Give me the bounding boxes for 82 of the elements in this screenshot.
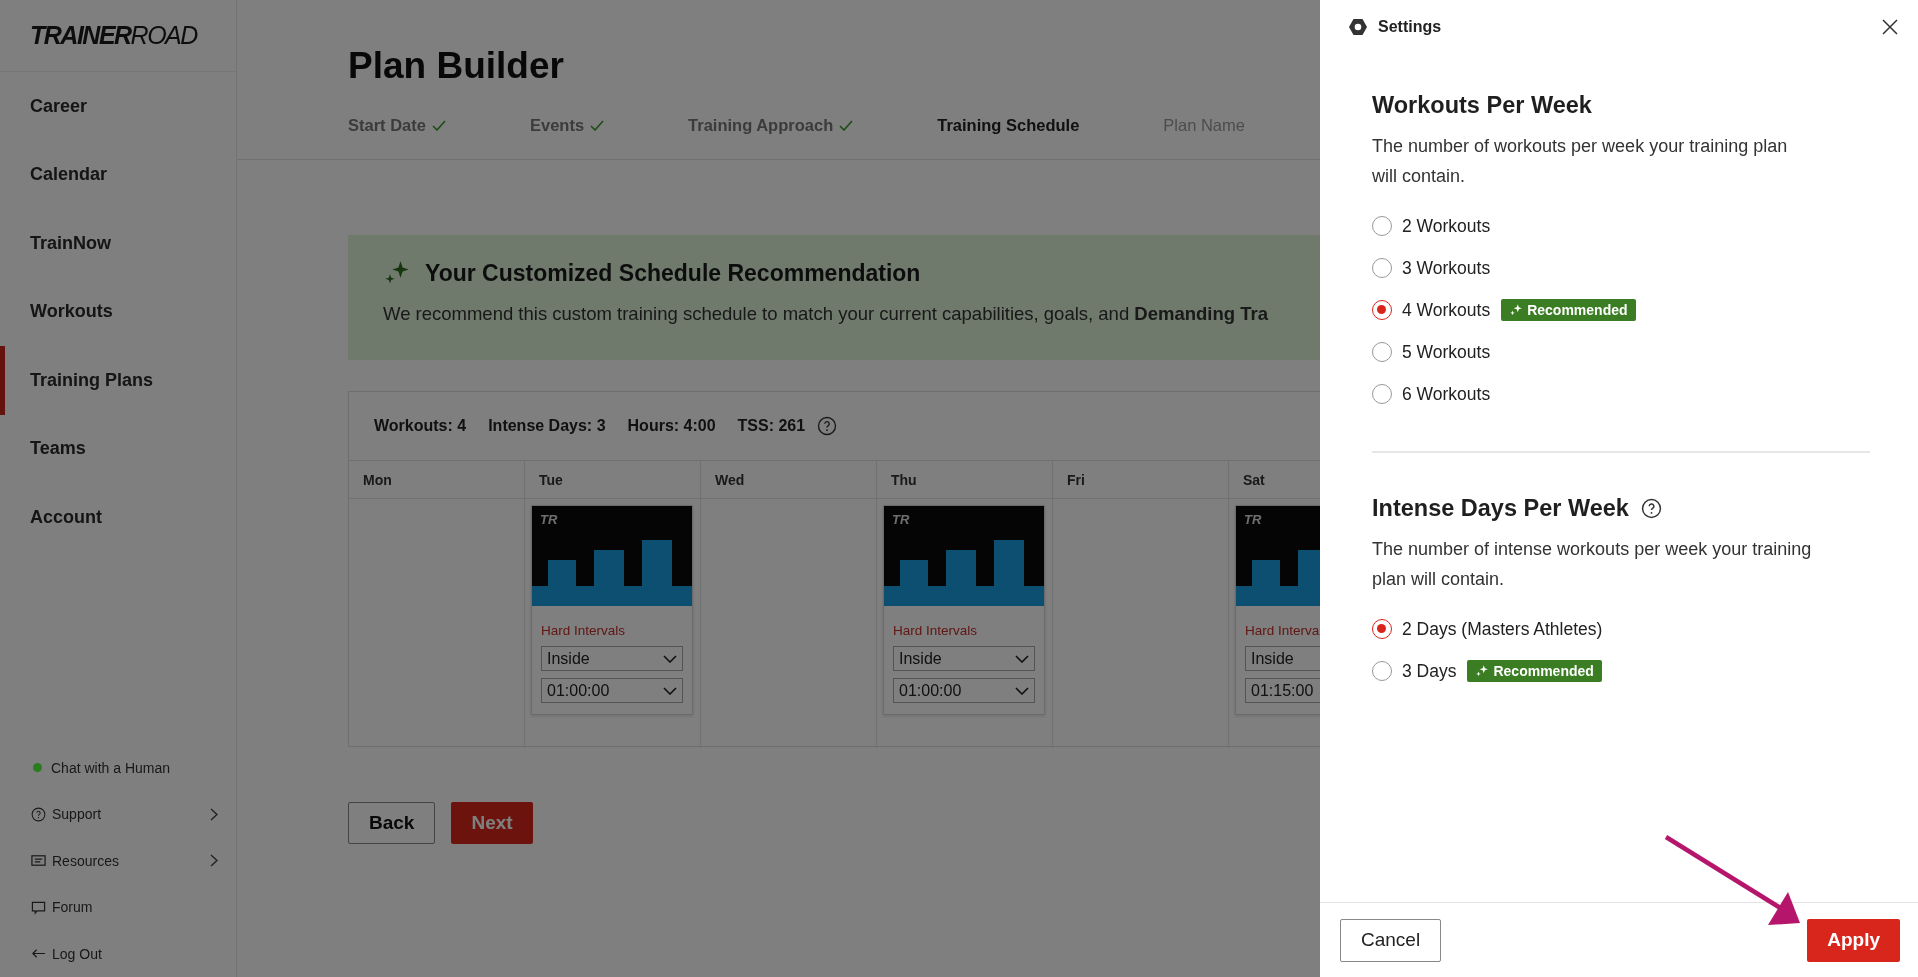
check-icon xyxy=(839,120,854,131)
day-header: Thu xyxy=(891,471,917,488)
page-title: Plan Builder xyxy=(348,44,565,88)
workout-card[interactable]: TR Hard Intervals Inside 01:00:00 xyxy=(531,505,693,715)
thumbnail-logo: TR xyxy=(540,512,558,527)
trainerroad-logo[interactable]: TRAINERROAD xyxy=(30,21,197,50)
option-label[interactable]: 3 Workouts xyxy=(1402,257,1491,279)
location-dropdown[interactable]: Inside xyxy=(541,646,683,671)
check-icon xyxy=(590,120,605,131)
banner-title: Your Customized Schedule Recommendation xyxy=(425,259,921,287)
day-header: Mon xyxy=(363,471,392,488)
nav-item[interactable]: Career xyxy=(0,72,236,141)
nav-item[interactable]: Workouts xyxy=(0,277,236,346)
radio-button[interactable] xyxy=(1372,258,1392,278)
option-label[interactable]: 3 Days xyxy=(1402,660,1457,682)
workout-card[interactable]: TR Hard Intervals Inside 01:00:00 xyxy=(883,505,1045,715)
banner-text: We recommend this custom training schedule to match your current capabilities, goals, and Demanding Tra xyxy=(383,303,1269,325)
workout-card[interactable]: TR Hard Interva Inside 01:15:00 xyxy=(1235,505,1320,715)
summary-stat: Intense Days: 3 xyxy=(488,417,606,435)
radio-button[interactable] xyxy=(1372,619,1392,639)
duration-dropdown[interactable]: 01:00:00 xyxy=(541,678,683,703)
close-icon[interactable] xyxy=(1882,19,1898,35)
section-description: The number of workouts per week your training plan will contain. xyxy=(1372,135,1789,188)
help-icon[interactable] xyxy=(1640,498,1662,519)
nav-item[interactable]: Teams xyxy=(0,414,236,483)
step-label: Training Approach xyxy=(688,116,834,135)
workout-name[interactable]: Hard Interva xyxy=(1245,623,1320,638)
step-label: Start Date xyxy=(348,116,426,135)
option-label[interactable]: 4 Workouts xyxy=(1402,299,1491,321)
sidebar-link[interactable]: Support xyxy=(31,806,102,823)
apply-button[interactable]: Apply xyxy=(1807,918,1900,962)
step-label: Events xyxy=(529,116,585,135)
radio-button[interactable] xyxy=(1372,300,1392,320)
nav-item[interactable]: Account xyxy=(0,483,236,552)
chevron-down-icon xyxy=(663,686,677,695)
badge-label: Recommended xyxy=(1527,302,1628,318)
check-icon xyxy=(431,120,446,131)
workout-name[interactable]: Hard Intervals xyxy=(541,623,692,638)
panel-title: Settings xyxy=(1378,18,1442,36)
sidebar-link[interactable]: Resources xyxy=(31,852,119,869)
day-header: Wed xyxy=(715,471,745,488)
sparkle-icon xyxy=(1475,664,1490,678)
speech-bubble-icon xyxy=(31,899,46,915)
radio-button[interactable] xyxy=(1372,216,1392,236)
sidebar-link[interactable]: Chat with a Human xyxy=(31,759,171,776)
summary-stat: Hours: 4:00 xyxy=(627,417,716,435)
thumbnail-logo: TR xyxy=(892,512,910,527)
document-icon xyxy=(31,853,46,869)
chevron-down-icon xyxy=(1015,686,1029,695)
radio-button[interactable] xyxy=(1372,342,1392,362)
thumbnail-logo: TR xyxy=(1244,512,1262,527)
sparkle-icon xyxy=(1509,303,1524,317)
option-label[interactable]: 5 Workouts xyxy=(1402,341,1491,363)
step-label: Training Schedule xyxy=(937,116,1080,135)
back-button[interactable]: Back xyxy=(348,802,436,844)
summary-stat: TSS: 261 xyxy=(737,417,806,435)
option-label[interactable]: 2 Workouts xyxy=(1402,215,1491,237)
badge-label: Recommended xyxy=(1493,663,1594,679)
summary-stat: Workouts: 4 xyxy=(374,417,467,435)
section-description: The number of intense workouts per week your training plan will contain. xyxy=(1372,538,1812,591)
section-title: Intense Days Per Week xyxy=(1372,495,1629,522)
nav-item[interactable]: Calendar xyxy=(0,140,236,209)
location-dropdown[interactable]: Inside xyxy=(893,646,1035,671)
day-header: Fri xyxy=(1067,471,1085,488)
duration-dropdown[interactable]: 01:00:00 xyxy=(893,678,1035,703)
option-label[interactable]: 6 Workouts xyxy=(1402,383,1491,405)
day-header: Sat xyxy=(1243,471,1265,488)
section-title: Workouts Per Week xyxy=(1372,92,1592,119)
chevron-down-icon xyxy=(663,654,677,663)
day-header: Tue xyxy=(539,471,563,488)
nav-item[interactable]: Training Plans xyxy=(0,346,236,415)
chevron-down-icon xyxy=(1015,654,1029,663)
nav-item[interactable]: TrainNow xyxy=(0,209,236,278)
next-button[interactable]: Next xyxy=(451,802,533,844)
radio-button[interactable] xyxy=(1372,661,1392,681)
sidebar-link[interactable]: Forum xyxy=(31,899,93,916)
sidebar-link[interactable]: Log Out xyxy=(31,945,102,962)
radio-button[interactable] xyxy=(1372,384,1392,404)
hexagon-icon xyxy=(1348,17,1368,37)
cancel-button[interactable]: Cancel xyxy=(1340,918,1442,962)
workout-name[interactable]: Hard Intervals xyxy=(893,623,1044,638)
option-label[interactable]: 2 Days (Masters Athletes) xyxy=(1402,618,1603,640)
